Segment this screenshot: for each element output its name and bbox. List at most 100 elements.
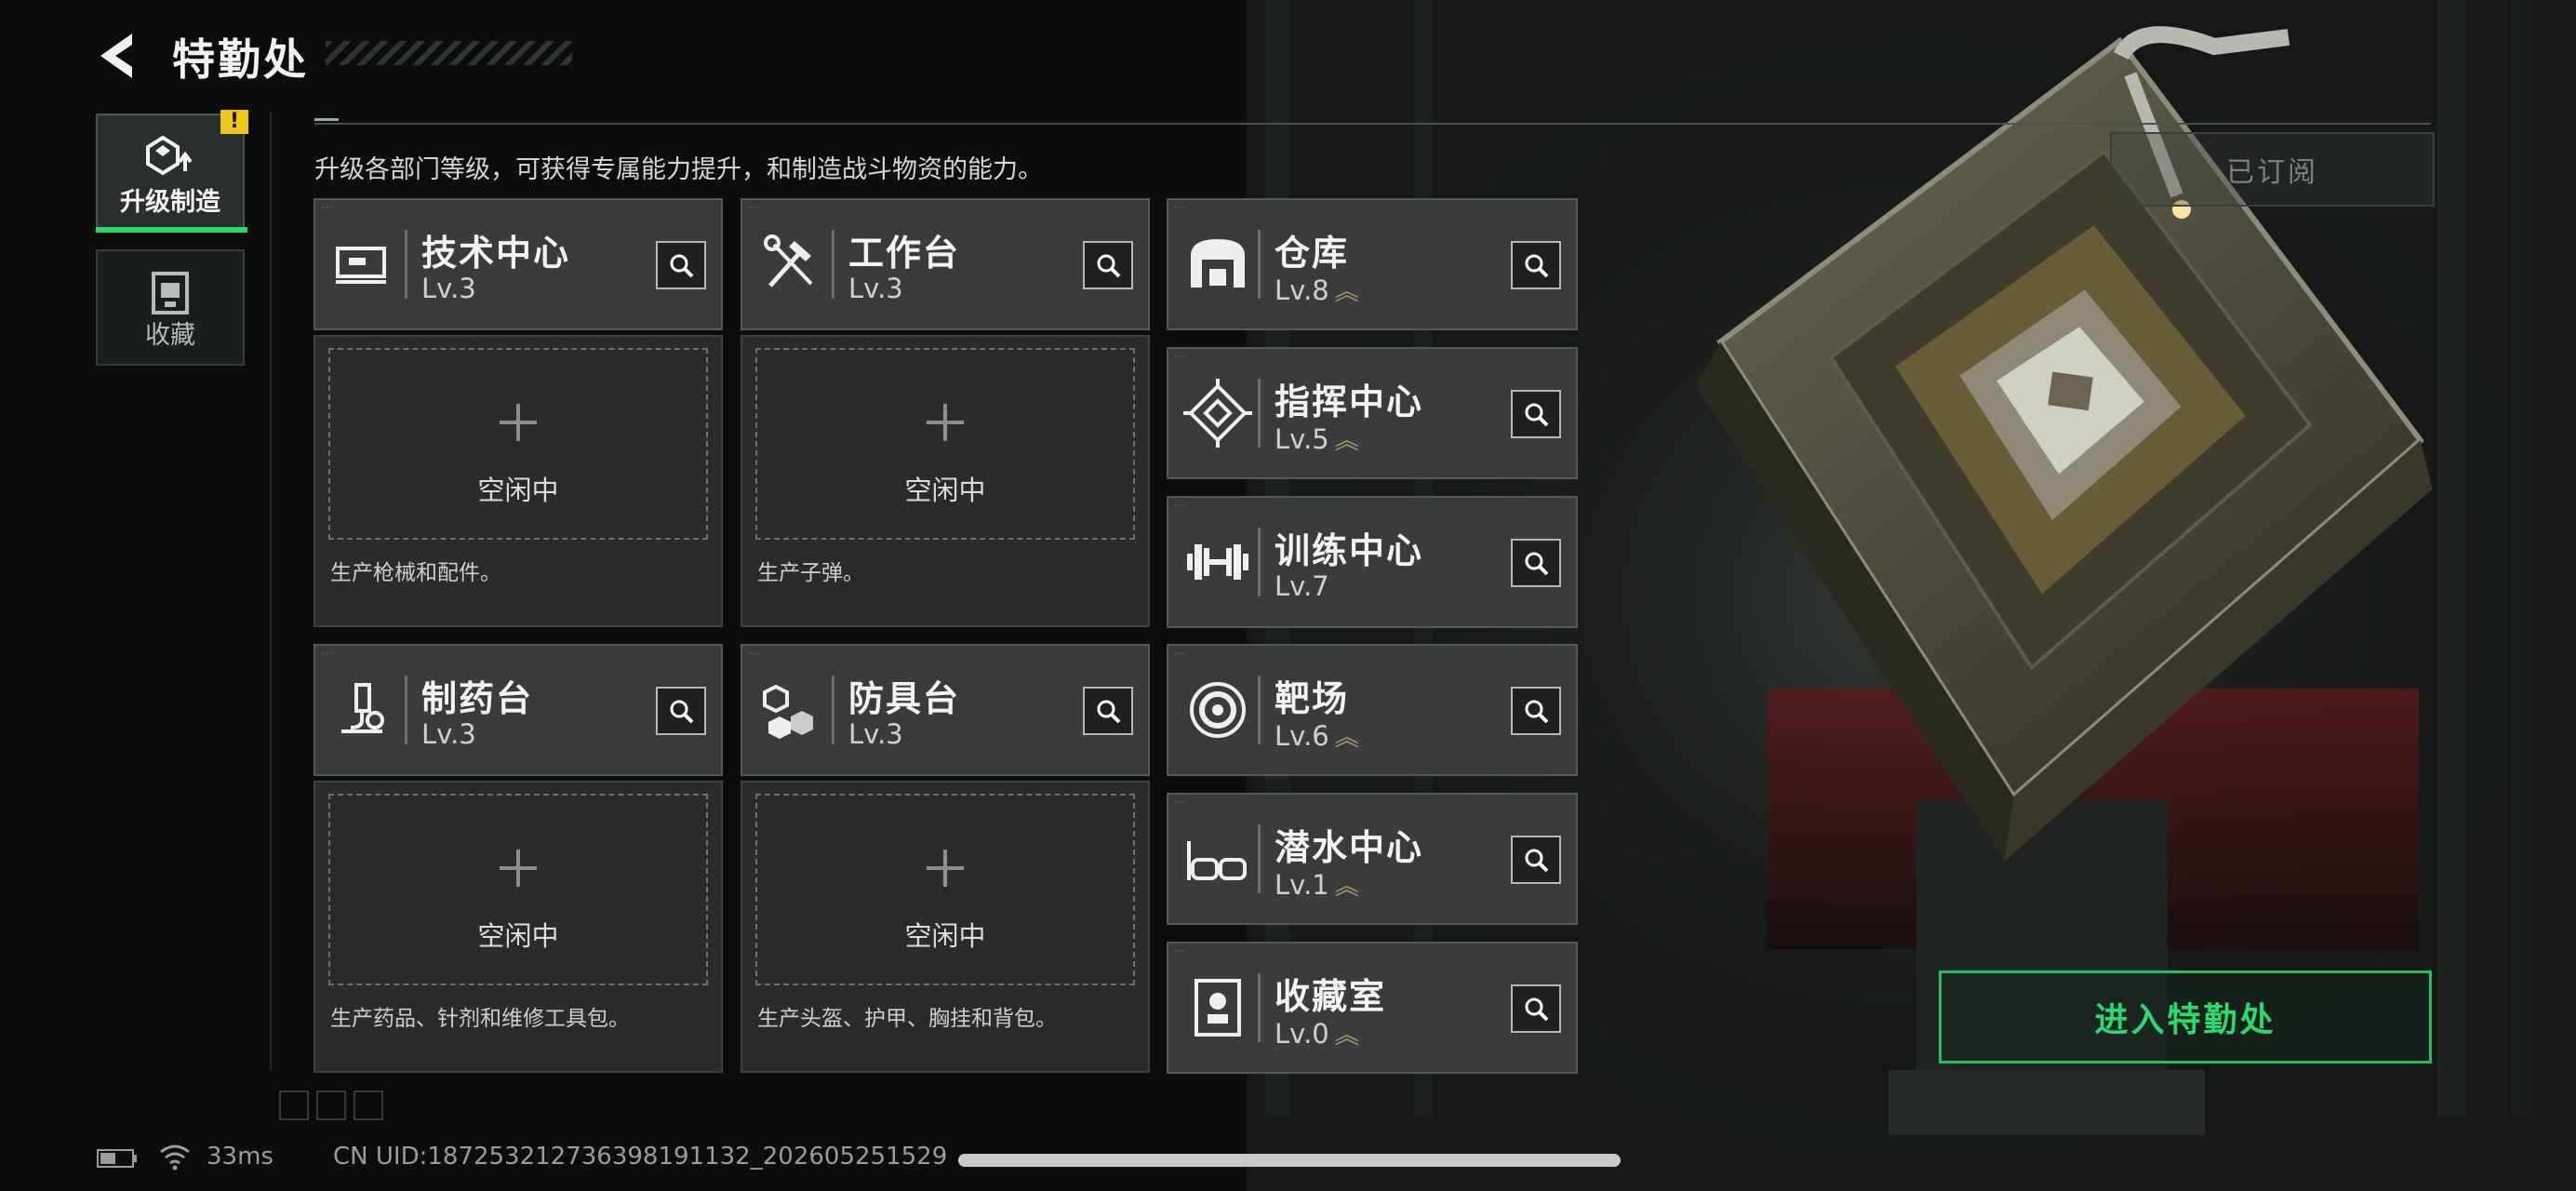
empty-slot[interactable]: 空闲中	[328, 794, 708, 985]
magnifier-icon	[1525, 403, 1549, 427]
card-tag: ·····	[748, 649, 760, 658]
facility-name: 制药台	[421, 678, 534, 719]
card-tag: ·····	[748, 204, 760, 212]
facility-card-tech-center[interactable]: ····· 技术中心 Lv.3	[314, 198, 723, 330]
microscope-icon	[341, 683, 384, 733]
empty-slot[interactable]: 空闲中	[328, 348, 708, 540]
facility-card-pharmacy[interactable]: ····· 制药台 Lv.3	[314, 644, 723, 776]
inspect-button[interactable]	[1511, 687, 1561, 735]
facility-level: Lv.8 ︽	[1275, 273, 1359, 307]
card-divider	[405, 230, 407, 299]
slot-status: 空闲中	[904, 920, 986, 952]
facility-card-shooting-range[interactable]: ····· 靶场 Lv.6 ︽	[1167, 644, 1578, 776]
header-divider-accent	[314, 118, 339, 121]
card-divider	[832, 676, 834, 744]
level-text: Lv.0	[1275, 1018, 1329, 1050]
facility-card-warehouse[interactable]: ····· 仓库 Lv.8 ︽	[1167, 198, 1578, 330]
trophy-case-icon	[1195, 979, 1241, 1037]
slot-status: 空闲中	[477, 475, 559, 506]
inspect-button[interactable]	[1083, 241, 1133, 289]
inspect-button[interactable]	[1511, 241, 1561, 289]
facility-level: Lv.0 ︽	[1275, 1016, 1359, 1050]
production-slot-tech-center[interactable]: 空闲中 生产枪械和配件。	[314, 335, 723, 627]
facility-name: 潜水中心	[1275, 827, 1424, 868]
production-description: 生产子弹。	[757, 561, 864, 585]
upgrade-available-icon: ︽	[1334, 1022, 1359, 1050]
inspect-button[interactable]	[1511, 984, 1561, 1033]
upgrade-available-icon: ︽	[1334, 278, 1359, 306]
production-slot-workbench[interactable]: 空闲中 生产子弹。	[741, 335, 1150, 627]
card-tag: ·····	[1174, 798, 1186, 807]
target-icon	[1190, 682, 1246, 738]
trophy-case-icon	[152, 272, 189, 314]
facility-level: Lv.3	[421, 718, 476, 750]
ping-readout: 33ms	[207, 1143, 274, 1171]
facility-name: 靶场	[1275, 678, 1350, 719]
dumbbell-icon	[1187, 544, 1248, 580]
plus-icon	[500, 404, 537, 441]
slot-status: 空闲中	[904, 475, 986, 506]
facility-card-collection-room[interactable]: ····· 收藏室 Lv.0 ︽	[1167, 942, 1578, 1074]
back-arrow-icon[interactable]	[93, 28, 149, 84]
hammer-wrench-icon	[764, 234, 813, 288]
card-divider	[832, 230, 834, 299]
card-tag: ·····	[321, 204, 333, 212]
magnifier-icon	[1525, 552, 1549, 576]
tab-collection[interactable]: 收藏	[96, 249, 245, 366]
subscribed-button[interactable]: 已订阅	[2110, 132, 2435, 207]
monitor-icon	[336, 247, 386, 284]
facility-card-workbench[interactable]: ····· 工作台 Lv.3	[741, 198, 1150, 330]
facility-level: Lv.3	[421, 273, 476, 304]
facility-level: Lv.3	[848, 273, 903, 304]
card-divider	[1258, 973, 1261, 1042]
production-description: 生产头盔、护甲、胸挂和背包。	[757, 1007, 1057, 1031]
tab-upgrade-label: 升级制造	[120, 188, 220, 217]
magnifier-icon	[1097, 254, 1121, 278]
card-divider	[1258, 676, 1261, 744]
inspect-button[interactable]	[656, 687, 706, 735]
inspect-button[interactable]	[1511, 539, 1561, 587]
sidebar-divider	[270, 112, 272, 1070]
production-description: 生产药品、针剂和维修工具包。	[330, 1007, 630, 1031]
facility-card-armor-bench[interactable]: ····· 防具台 Lv.3	[741, 644, 1150, 776]
facility-card-training-center[interactable]: ····· 训练中心 Lv.7	[1167, 496, 1578, 628]
empty-slot[interactable]: 空闲中	[755, 348, 1135, 540]
inspect-button[interactable]	[1511, 836, 1561, 884]
plus-icon	[927, 404, 964, 441]
magnifier-icon	[670, 254, 694, 278]
magnifier-icon	[1525, 700, 1549, 724]
facility-card-command-center[interactable]: ····· 指挥中心 Lv.5 ︽	[1167, 347, 1578, 479]
plus-icon	[927, 850, 964, 887]
enter-special-ops-button[interactable]: 进入特勤处	[1939, 970, 2432, 1064]
card-tag: ·····	[1174, 502, 1186, 510]
inspect-button[interactable]	[1511, 390, 1561, 438]
card-divider	[1258, 379, 1261, 448]
facility-card-diving-center[interactable]: ····· 潜水中心 Lv.1 ︽	[1167, 793, 1578, 925]
diamond-target-icon	[1183, 379, 1252, 448]
goggles-icon	[1187, 841, 1247, 880]
facility-level: Lv.3	[848, 718, 903, 750]
production-slot-pharmacy[interactable]: 空闲中 生产药品、针剂和维修工具包。	[314, 781, 723, 1073]
magnifier-icon	[1525, 254, 1549, 278]
inspect-button[interactable]	[1083, 687, 1133, 735]
facility-name: 收藏室	[1275, 976, 1387, 1017]
card-tag: ·····	[1174, 353, 1186, 361]
facility-name: 防具台	[848, 678, 961, 719]
header-divider	[314, 123, 2431, 125]
home-indicator[interactable]	[958, 1154, 1621, 1167]
alert-badge: !	[220, 110, 248, 134]
inspect-button[interactable]	[656, 241, 706, 289]
facility-level: Lv.1 ︽	[1275, 867, 1359, 902]
card-tag: ·····	[321, 649, 333, 658]
card-divider	[1258, 528, 1261, 596]
production-slot-armor-bench[interactable]: 空闲中 生产头盔、护甲、胸挂和背包。	[741, 781, 1150, 1073]
tab-collection-label: 收藏	[145, 321, 195, 350]
card-divider	[1258, 230, 1261, 299]
facility-name: 训练中心	[1275, 530, 1424, 571]
card-tag: ·····	[1174, 649, 1186, 658]
upgrade-available-icon: ︽	[1334, 873, 1359, 901]
battery-icon	[97, 1149, 137, 1168]
empty-slot[interactable]: 空闲中	[755, 794, 1135, 985]
upgrade-cube-icon	[146, 135, 193, 176]
production-description: 生产枪械和配件。	[330, 561, 501, 585]
